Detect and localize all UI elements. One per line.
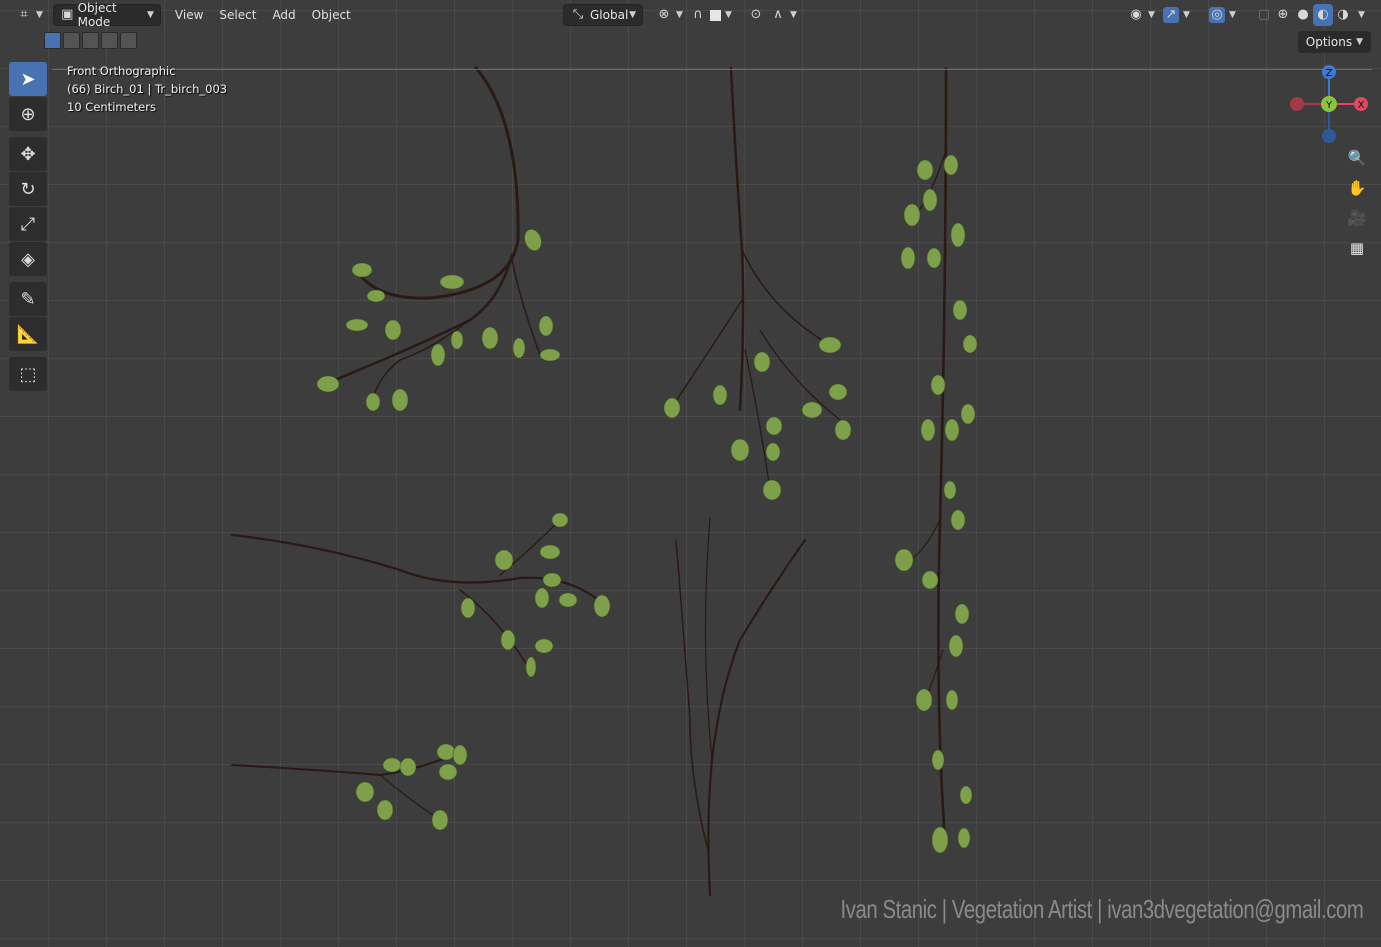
solid-shading-icon: ●: [1297, 7, 1309, 22]
navigation-gizmo[interactable]: Z X Y: [1282, 60, 1378, 156]
cursor-tool[interactable]: ⊕: [9, 97, 47, 131]
menu-view[interactable]: View: [167, 4, 211, 26]
gizmo-z-negative[interactable]: [1322, 129, 1336, 143]
transform-orientation-label: Global: [590, 8, 629, 22]
shading-options[interactable]: ▼: [1352, 4, 1367, 26]
crosshair-icon: ⊕: [20, 103, 36, 125]
rotate-icon: ↻: [20, 178, 36, 200]
move-icon: ✥: [20, 143, 36, 165]
options-label: Options: [1305, 35, 1353, 49]
menu-add[interactable]: Add: [264, 4, 303, 26]
chevron-down-icon: ▼: [725, 10, 732, 20]
pan-button[interactable]: ✋: [1345, 176, 1369, 200]
annotate-tool[interactable]: ✎: [9, 282, 47, 316]
gizmo-x-negative[interactable]: [1290, 97, 1304, 111]
editor-type-button[interactable]: ⌗ ▼: [10, 4, 49, 26]
chevron-down-icon: ▼: [1229, 10, 1236, 20]
visibility-button[interactable]: ◉ ▼: [1122, 4, 1161, 26]
shading-solid[interactable]: ●: [1293, 4, 1313, 26]
chevron-down-icon: ▼: [1183, 10, 1190, 20]
chevron-down-icon: ▼: [1148, 10, 1155, 20]
add-cube-tool[interactable]: ⬚: [9, 357, 47, 391]
falloff-button[interactable]: ∧ ▼: [764, 4, 803, 26]
cursor-icon: ➤: [20, 68, 36, 90]
overlays-icon: ◎: [1209, 7, 1225, 23]
proportional-editing-icon: ⊙: [750, 7, 762, 22]
select-intersect-button[interactable]: [120, 32, 137, 49]
gizmo-y-label: Y: [1325, 100, 1333, 111]
grid-scale: 10 Centimeters: [67, 100, 156, 114]
chevron-down-icon: ▼: [676, 10, 683, 20]
grid-icon: ▦: [1349, 239, 1365, 257]
select-difference-button[interactable]: [101, 32, 118, 49]
chevron-down-icon: ▼: [629, 10, 636, 20]
selection-mode-group: [44, 32, 137, 49]
pivot-icon: ⊗: [658, 7, 670, 22]
menu-object[interactable]: Object: [304, 4, 359, 26]
falloff-curve-icon: ∧: [773, 7, 783, 22]
zoom-button[interactable]: 🔍: [1345, 146, 1369, 170]
options-dropdown[interactable]: Options ▼: [1297, 31, 1371, 53]
chevron-down-icon: ▼: [36, 10, 43, 20]
select-new-button[interactable]: [44, 32, 61, 49]
editor-type-icon: ⌗: [20, 7, 28, 22]
ortho-toggle-button[interactable]: ▦: [1345, 236, 1369, 260]
scale-tool[interactable]: ⤢: [9, 207, 47, 241]
gizmo-x-label: X: [1358, 100, 1365, 111]
zoom-icon: 🔍: [1347, 149, 1367, 167]
transform-tool[interactable]: ◈: [9, 242, 47, 276]
move-tool[interactable]: ✥: [9, 137, 47, 171]
transform-orientation-dropdown[interactable]: ⤡ Global ▼: [563, 4, 643, 26]
shading-material[interactable]: ◐: [1313, 4, 1333, 26]
rotate-tool[interactable]: ↻: [9, 172, 47, 206]
overlays-toggle[interactable]: ◎ ▼: [1203, 4, 1242, 26]
add-cube-icon: ⬚: [19, 363, 37, 385]
measure-tool[interactable]: 📐: [9, 317, 47, 351]
hand-icon: ✋: [1347, 179, 1367, 197]
select-box-tool[interactable]: ➤: [9, 62, 47, 96]
camera-icon: 🎥: [1347, 209, 1367, 227]
pencil-icon: ✎: [20, 288, 36, 310]
chevron-down-icon: ▼: [790, 10, 797, 20]
transform-icon: ◈: [21, 248, 35, 270]
snap-target-button[interactable]: ▼: [704, 4, 738, 26]
chevron-down-icon: ▼: [147, 10, 154, 20]
scale-icon: ⤢: [20, 213, 36, 235]
shading-wireframe[interactable]: ⊕: [1273, 4, 1293, 26]
gizmo-icon: ↗: [1163, 7, 1179, 23]
select-extend-button[interactable]: [63, 32, 80, 49]
gizmo-toggle[interactable]: ↗ ▼: [1157, 4, 1196, 26]
tool-shelf: ➤ ⊕ ✥ ↻ ⤢ ◈ ✎ 📐 ⬚: [8, 62, 48, 392]
shading-rendered[interactable]: ◑: [1333, 4, 1353, 26]
select-subtract-button[interactable]: [82, 32, 99, 49]
object-mode-icon: ▣: [61, 7, 74, 22]
object-info: (66) Birch_01 | Tr_birch_003: [67, 82, 228, 96]
eye-icon: ◉: [1130, 7, 1142, 22]
birch-branches: [230, 66, 978, 897]
orientation-icon: ⤡: [572, 7, 584, 22]
chevron-down-icon: ▼: [1356, 37, 1363, 47]
menu-select[interactable]: Select: [211, 4, 264, 26]
wireframe-shading-icon: ⊕: [1277, 7, 1289, 22]
viewport-info: Front Orthographic (66) Birch_01 | Tr_bi…: [67, 62, 227, 116]
xray-icon: ▢: [1257, 7, 1271, 22]
view-name: Front Orthographic: [67, 64, 176, 78]
material-shading-icon: ◐: [1317, 7, 1329, 22]
gizmo-z-label: Z: [1326, 68, 1333, 79]
rendered-shading-icon: ◑: [1337, 7, 1349, 22]
viewport-header: ⌗ ▼ ▣ Object Mode ▼ View Select Add Objec…: [0, 0, 1381, 30]
chevron-down-icon: ▼: [1358, 10, 1365, 20]
x-axis-line: [52, 69, 1372, 70]
watermark: Ivan Stanic | Vegetation Artist | ivan3d…: [840, 894, 1363, 924]
camera-view-button[interactable]: 🎥: [1345, 206, 1369, 230]
mode-label: Object Mode: [77, 1, 117, 29]
mode-dropdown[interactable]: ▣ Object Mode ▼: [52, 1, 161, 29]
viewport-navigation: 🔍 ✋ 🎥 ▦: [1345, 146, 1369, 260]
ruler-icon: 📐: [16, 323, 40, 345]
snap-increment-icon: [710, 9, 721, 21]
